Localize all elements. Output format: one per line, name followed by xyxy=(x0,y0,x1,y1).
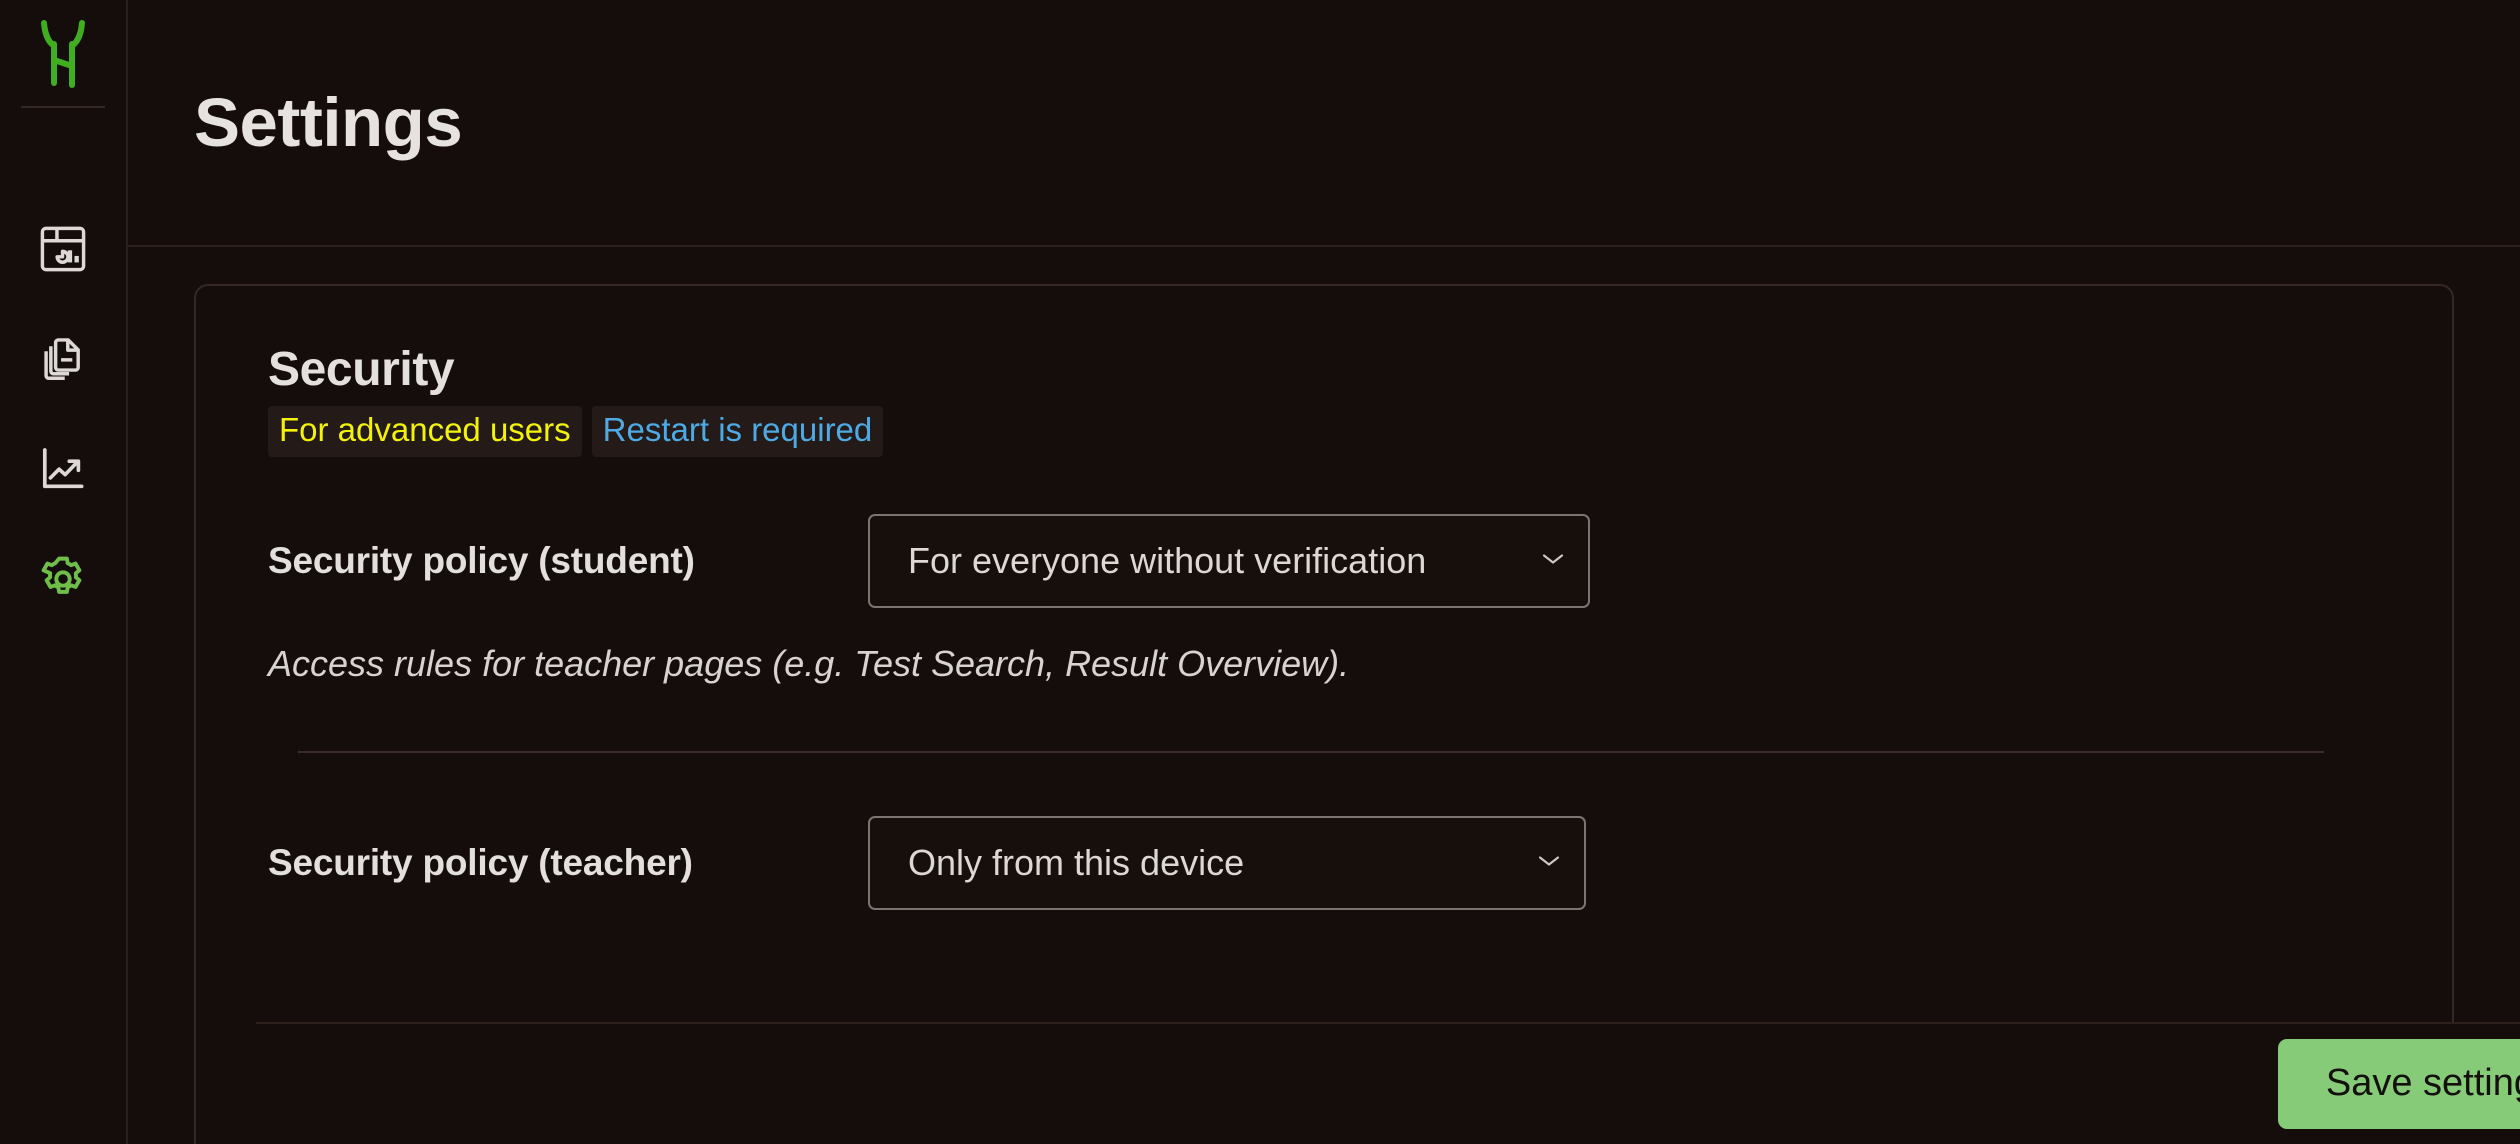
analytics-trending-icon xyxy=(42,448,84,489)
documents-icon xyxy=(44,338,80,381)
badge-group: For advanced users Restart is required xyxy=(268,406,2380,457)
app-root: Settings Security For advanced users Res… xyxy=(0,0,2520,1144)
sidebar-item-documents[interactable] xyxy=(0,304,127,414)
sidebar-item-settings[interactable] xyxy=(0,524,127,634)
content-area: Security For advanced users Restart is r… xyxy=(128,247,2520,1144)
page-header: Settings xyxy=(128,0,2520,247)
select-value-security-policy-student: For everyone without verification xyxy=(908,539,1427,581)
chevron-down-icon xyxy=(1536,852,1562,873)
select-security-policy-student[interactable]: For everyone without verification xyxy=(868,513,1590,608)
save-settings-button[interactable]: Save settings xyxy=(2277,1039,2520,1129)
main-area: Settings Security For advanced users Res… xyxy=(128,0,2520,1144)
select-value-security-policy-teacher: Only from this device xyxy=(908,841,1245,883)
field-label-security-policy-teacher: Security policy (teacher) xyxy=(268,841,693,883)
dashboard-icon xyxy=(40,226,86,272)
sidebar-nav xyxy=(0,194,127,634)
sidebar-logo-divider xyxy=(21,106,105,108)
settings-card: Security For advanced users Restart is r… xyxy=(194,284,2454,1144)
gear-icon xyxy=(41,556,82,594)
status-badge-restart: Restart is required xyxy=(591,406,884,457)
status-badge-advanced: For advanced users xyxy=(268,406,582,457)
page-title: Settings xyxy=(194,84,463,161)
horned-h-logo-icon xyxy=(41,20,85,88)
field-label-security-policy-student: Security policy (student) xyxy=(268,539,695,581)
sidebar-item-analytics[interactable] xyxy=(0,414,127,524)
chevron-down-icon xyxy=(1540,550,1566,571)
help-text-security-policy-student: Access rules for teacher pages (e.g. Tes… xyxy=(268,642,1350,684)
app-logo[interactable] xyxy=(0,0,127,106)
sidebar-item-dashboard[interactable] xyxy=(0,194,127,304)
sidebar xyxy=(0,0,128,1144)
field-row-security-policy-teacher: Security policy (teacher) Only from this… xyxy=(268,815,2380,911)
field-row-security-policy-student: Security policy (student) For everyone w… xyxy=(268,513,2380,609)
select-security-policy-teacher[interactable]: Only from this device xyxy=(868,815,1586,910)
section-title: Security xyxy=(268,343,455,396)
footer-bar: Save settings xyxy=(256,1022,2520,1144)
